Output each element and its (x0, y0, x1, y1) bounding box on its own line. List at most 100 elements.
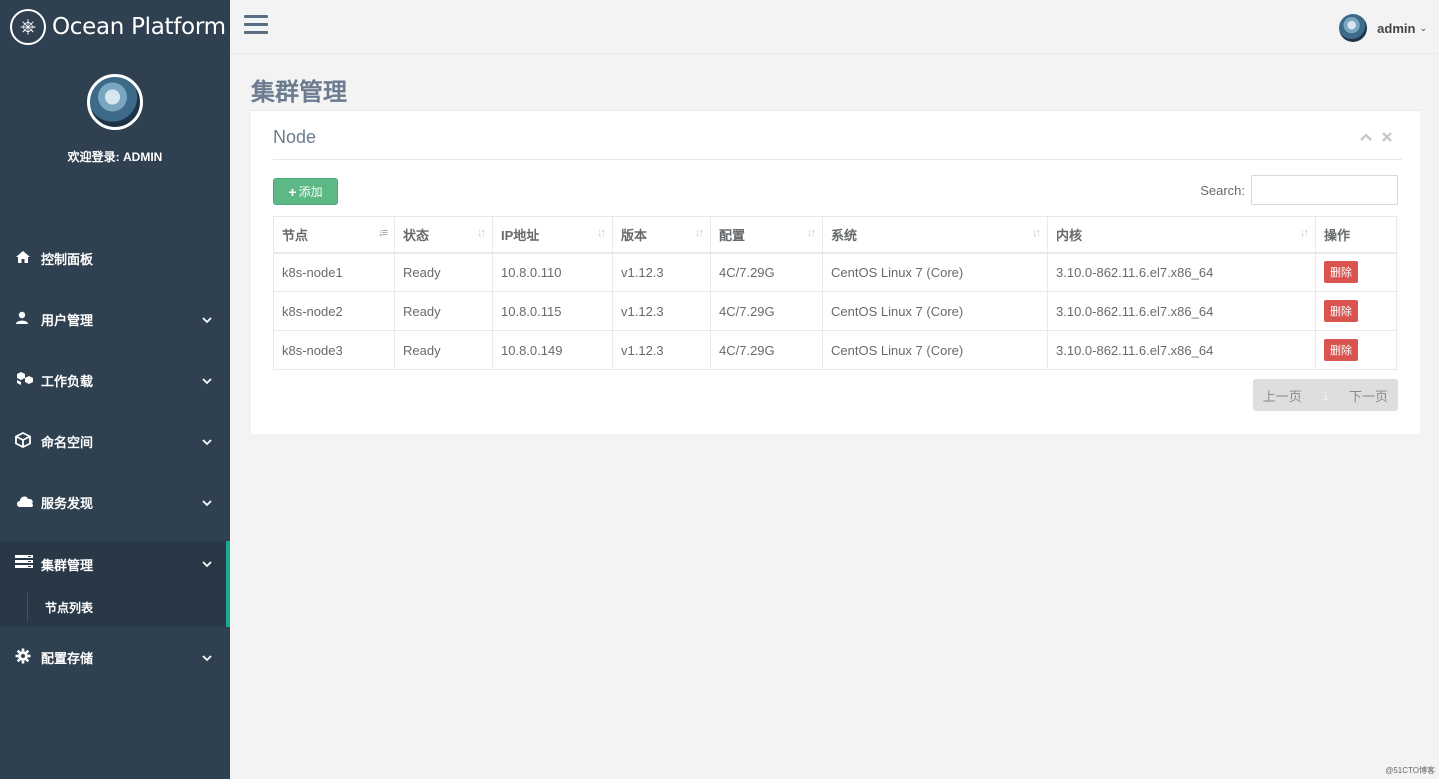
sidebar-item-workloads[interactable]: 工作负载 (0, 350, 230, 411)
sort-icon: ↓↑ (1032, 227, 1041, 239)
cell-node: k8s-node2 (273, 291, 395, 331)
node-table: 节点 ↓≡ 状态 ↓↑ IP地址 ↓↑ 版本 ↓↑ 配置 ↓↑ 系统 ↓↑ 内核 ↓↑ 操作 … (273, 216, 1397, 370)
cell-status: Ready (394, 291, 493, 331)
chevron-down-icon (202, 438, 212, 445)
chevron-down-icon (202, 377, 212, 384)
column-header-node[interactable]: 节点 ↓≡ (273, 216, 395, 254)
username: admin (1377, 20, 1416, 36)
cell-config: 4C/7.29G (710, 330, 823, 370)
page-title: 集群管理 (251, 79, 347, 106)
chevron-down-icon (202, 654, 212, 661)
column-header-version[interactable]: 版本 ↓↑ (612, 216, 711, 254)
collapse-icon[interactable] (1360, 129, 1372, 145)
sidebar-item-cluster[interactable]: 集群管理 (0, 541, 230, 587)
sidebar-item-config-storage[interactable]: 配置存储 (0, 627, 230, 688)
chevron-down-icon (202, 316, 212, 323)
column-header-status[interactable]: 状态 ↓↑ (394, 216, 493, 254)
watermark: @51CTO博客 (1385, 766, 1435, 775)
sidebar-item-label: 集群管理 (41, 557, 94, 573)
plus-icon: + (288, 183, 297, 200)
delete-button[interactable]: 删除 (1324, 261, 1358, 284)
profile: 欢迎登录: ADMIN (0, 54, 230, 234)
server-icon (15, 555, 35, 573)
add-node-button[interactable]: + 添加 (273, 178, 338, 205)
column-header-kernel[interactable]: 内核 ↓↑ (1047, 216, 1316, 254)
table-row: k8s-node2 Ready 10.8.0.115 v1.12.3 4C/7.… (273, 291, 1397, 331)
cell-kernel: 3.10.0-862.11.6.el7.x86_64 (1047, 252, 1316, 292)
cell-version: v1.12.3 (612, 291, 711, 331)
sort-icon: ↓↑ (695, 227, 704, 239)
chevron-down-icon (202, 561, 212, 568)
close-icon[interactable] (1382, 129, 1392, 145)
brand-name: Ocean Platform (52, 14, 226, 40)
cell-kernel: 3.10.0-862.11.6.el7.x86_64 (1047, 291, 1316, 331)
add-button-label: 添加 (298, 185, 323, 199)
delete-button[interactable]: 删除 (1324, 339, 1358, 361)
brand[interactable]: ⎈ Ocean Platform (0, 0, 230, 54)
delete-button[interactable]: 删除 (1324, 300, 1358, 322)
cell-os: CentOS Linux 7 (Core) (822, 252, 1048, 292)
sidebar-item-label: 工作负载 (41, 374, 94, 389)
sidebar-item-label: 用户管理 (41, 313, 94, 328)
sidebar-item-label: 控制面板 (41, 252, 94, 267)
sidebar-item-users[interactable]: 用户管理 (0, 289, 230, 350)
sidebar-item-namespaces[interactable]: 命名空间 (0, 411, 230, 472)
sidebar-subitem-node-list[interactable]: 节点列表 (0, 587, 230, 627)
sidebar-item-label: 服务发现 (41, 496, 94, 511)
top-navbar: admin ⌄ (230, 0, 1439, 54)
sidebar-subitem-label: 节点列表 (45, 600, 94, 615)
cell-status: Ready (394, 330, 493, 370)
cell-kernel: 3.10.0-862.11.6.el7.x86_64 (1047, 330, 1316, 370)
cell-os: CentOS Linux 7 (Core) (822, 330, 1048, 370)
sort-icon: ↓↑ (477, 227, 486, 239)
welcome-text: 欢迎登录: ADMIN (67, 150, 163, 164)
current-page-button[interactable]: 1 (1312, 379, 1339, 411)
panel-tools (1360, 129, 1392, 145)
home-icon (15, 250, 35, 268)
cubes-icon (15, 371, 35, 390)
column-header-ip[interactable]: IP地址 ↓↑ (492, 216, 613, 254)
avatar (1339, 14, 1368, 42)
chevron-down-icon: ⌄ (1419, 22, 1427, 33)
sort-icon: ↓↑ (807, 227, 816, 239)
menu-toggle-icon[interactable] (244, 15, 268, 35)
user-icon (15, 311, 35, 329)
cell-os: CentOS Linux 7 (Core) (822, 291, 1048, 331)
cell-action: 删除 (1315, 252, 1397, 292)
column-header-config[interactable]: 配置 ↓↑ (710, 216, 823, 254)
cell-ip: 10.8.0.115 (492, 291, 613, 331)
gear-icon (15, 648, 35, 668)
panel-header: Node (273, 111, 1402, 160)
next-page-button[interactable]: 下一页 (1339, 379, 1398, 411)
sort-icon: ↓↑ (597, 227, 606, 239)
cell-action: 删除 (1315, 291, 1397, 331)
search-label: Search: (1200, 182, 1245, 198)
cube-icon (15, 431, 35, 452)
pagination: 上一页 1 下一页 (1252, 379, 1398, 411)
cell-config: 4C/7.29G (710, 291, 823, 331)
chevron-down-icon (202, 499, 212, 506)
sort-asc-icon: ↓≡ (378, 227, 388, 239)
cell-version: v1.12.3 (612, 252, 711, 292)
search: Search: (1200, 175, 1398, 205)
sidebar-item-services[interactable]: 服务发现 (0, 472, 230, 533)
cloud-icon (15, 494, 35, 512)
prev-page-button[interactable]: 上一页 (1253, 379, 1312, 411)
user-menu[interactable]: admin ⌄ (1339, 14, 1427, 42)
column-header-action: 操作 (1315, 216, 1397, 254)
sidebar: ⎈ Ocean Platform 欢迎登录: ADMIN 控制面板 用户管理 工… (0, 0, 230, 779)
sort-icon: ↓↑ (1300, 227, 1309, 239)
node-panel: Node + 添加 Search: 节点 ↓≡ 状态 ↓↑ IP地址 ↓↑ 版本 ↓↑ … (251, 110, 1420, 434)
sidebar-item-dashboard[interactable]: 控制面板 (0, 228, 230, 289)
search-input[interactable] (1251, 175, 1398, 205)
sidebar-nav: 控制面板 用户管理 工作负载 命名空间 服务发现 集群管理 节点列表 配置存储 (0, 228, 230, 688)
tree-line (27, 593, 28, 621)
table-row: k8s-node1 Ready 10.8.0.110 v1.12.3 4C/7.… (273, 252, 1397, 292)
table-header-row: 节点 ↓≡ 状态 ↓↑ IP地址 ↓↑ 版本 ↓↑ 配置 ↓↑ 系统 ↓↑ 内核 ↓↑ 操作 (273, 216, 1397, 254)
cell-status: Ready (394, 252, 493, 292)
cell-version: v1.12.3 (612, 330, 711, 370)
avatar[interactable] (87, 74, 143, 130)
cell-node: k8s-node3 (273, 330, 395, 370)
column-header-os[interactable]: 系统 ↓↑ (822, 216, 1048, 254)
sidebar-item-label: 命名空间 (41, 435, 94, 450)
